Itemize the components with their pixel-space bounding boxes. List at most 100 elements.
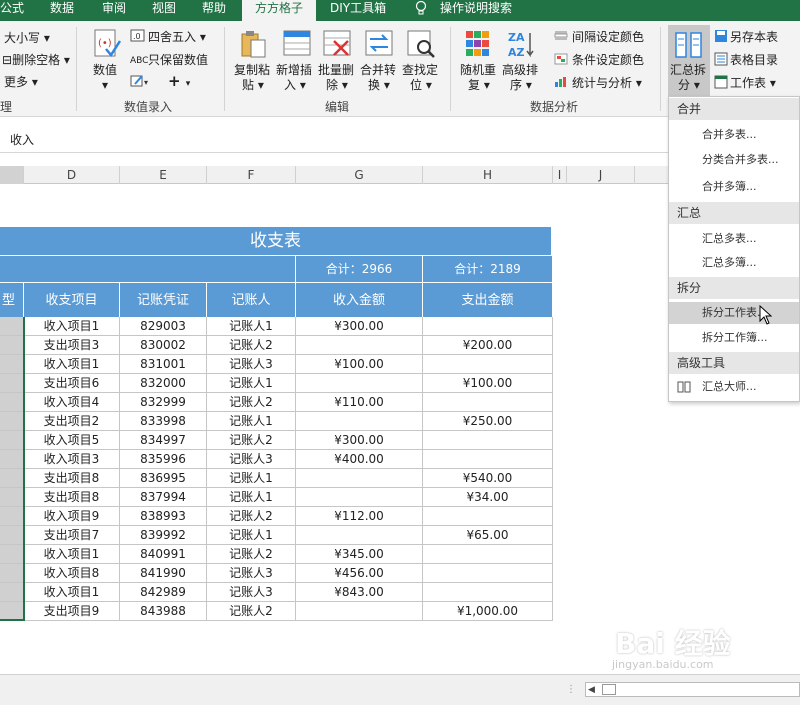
expense-cell[interactable]: [423, 545, 553, 564]
bookkeeper-cell[interactable]: 记账人1: [207, 374, 296, 393]
random-duplicate-icon[interactable]: [464, 29, 492, 62]
advanced-sort-icon[interactable]: ZA AZ: [506, 29, 536, 62]
interval-color-button[interactable]: 间隔设定颜色: [572, 30, 644, 44]
menu-item-merge-sheets[interactable]: 合并多表...: [669, 124, 799, 146]
item-cell[interactable]: 收入项目1: [24, 355, 120, 374]
case-button[interactable]: 大小写 ▾: [4, 31, 50, 45]
income-cell[interactable]: ¥300.00: [296, 431, 423, 450]
new-insert-icon[interactable]: [282, 29, 312, 62]
type-cell[interactable]: [0, 374, 24, 393]
menu-item-summary-master[interactable]: 汇总大师...: [669, 376, 799, 398]
expense-cell[interactable]: ¥34.00: [423, 488, 553, 507]
bookkeeper-cell[interactable]: 记账人1: [207, 469, 296, 488]
income-cell[interactable]: [296, 488, 423, 507]
column-header-g[interactable]: G: [296, 166, 423, 184]
income-cell[interactable]: [296, 526, 423, 545]
keep-value-button[interactable]: 只保留数值: [148, 53, 208, 67]
voucher-cell[interactable]: 843988: [120, 602, 207, 621]
income-cell[interactable]: [296, 412, 423, 431]
income-cell[interactable]: ¥110.00: [296, 393, 423, 412]
bookkeeper-cell[interactable]: 记账人2: [207, 602, 296, 621]
remove-space-button[interactable]: ⊟删除空格 ▾: [2, 53, 70, 67]
voucher-cell[interactable]: 832999: [120, 393, 207, 412]
column-header-partial[interactable]: [0, 166, 24, 184]
voucher-cell[interactable]: 837994: [120, 488, 207, 507]
type-cell[interactable]: [0, 583, 24, 602]
splitter-dots[interactable]: ⋮: [566, 684, 576, 695]
value-icon[interactable]: (•): [92, 27, 122, 64]
income-cell[interactable]: [296, 374, 423, 393]
voucher-cell[interactable]: 836995: [120, 469, 207, 488]
column-header-f[interactable]: F: [207, 166, 296, 184]
tab-help[interactable]: 帮助: [202, 0, 232, 21]
item-cell[interactable]: 收入项目3: [24, 450, 120, 469]
type-cell[interactable]: [0, 469, 24, 488]
voucher-cell[interactable]: 840991: [120, 545, 207, 564]
expense-cell[interactable]: ¥250.00: [423, 412, 553, 431]
bookkeeper-cell[interactable]: 记账人2: [207, 336, 296, 355]
type-cell[interactable]: [0, 564, 24, 583]
item-cell[interactable]: 支出项目6: [24, 374, 120, 393]
type-cell[interactable]: [0, 602, 24, 621]
column-header-e[interactable]: E: [120, 166, 207, 184]
voucher-cell[interactable]: 834997: [120, 431, 207, 450]
header-type-partial[interactable]: 型: [0, 283, 24, 317]
more-button[interactable]: 更多 ▾: [4, 75, 38, 89]
item-cell[interactable]: 收入项目1: [24, 317, 120, 336]
bookkeeper-cell[interactable]: 记账人3: [207, 564, 296, 583]
expense-cell[interactable]: [423, 564, 553, 583]
voucher-cell[interactable]: 838993: [120, 507, 207, 526]
tab-review[interactable]: 审阅: [102, 0, 132, 21]
voucher-cell[interactable]: 842989: [120, 583, 207, 602]
income-cell[interactable]: ¥100.00: [296, 355, 423, 374]
edit-icon[interactable]: ▾: [130, 74, 152, 91]
expense-cell[interactable]: ¥540.00: [423, 469, 553, 488]
bookkeeper-cell[interactable]: 记账人1: [207, 526, 296, 545]
tab-view[interactable]: 视图: [152, 0, 182, 21]
item-cell[interactable]: 收入项目1: [24, 545, 120, 564]
merge-convert-icon[interactable]: [364, 29, 394, 62]
expense-cell[interactable]: [423, 431, 553, 450]
menu-item-split-workbook[interactable]: 拆分工作簿...: [669, 327, 799, 349]
column-header-j[interactable]: J: [567, 166, 635, 184]
expense-cell[interactable]: ¥100.00: [423, 374, 553, 393]
value-dropdown-caret[interactable]: ▾: [102, 78, 108, 92]
totals-blank-cell[interactable]: [0, 256, 296, 282]
bookkeeper-cell[interactable]: 记账人2: [207, 545, 296, 564]
menu-item-split-worksheet[interactable]: 拆分工作表...: [669, 302, 799, 324]
scrollbar-thumb[interactable]: [602, 684, 616, 695]
bookkeeper-cell[interactable]: 记账人3: [207, 355, 296, 374]
tab-formulas[interactable]: 公式: [0, 0, 30, 21]
type-cell[interactable]: [0, 336, 24, 355]
bookkeeper-cell[interactable]: 记账人3: [207, 450, 296, 469]
column-header-d[interactable]: D: [24, 166, 120, 184]
income-cell[interactable]: [296, 336, 423, 355]
type-cell[interactable]: [0, 545, 24, 564]
item-cell[interactable]: 支出项目3: [24, 336, 120, 355]
type-cell[interactable]: [0, 412, 24, 431]
item-cell[interactable]: 收入项目8: [24, 564, 120, 583]
item-cell[interactable]: 收入项目4: [24, 393, 120, 412]
type-cell[interactable]: [0, 526, 24, 545]
type-cell[interactable]: [0, 488, 24, 507]
item-cell[interactable]: 支出项目9: [24, 602, 120, 621]
type-cell[interactable]: [0, 317, 24, 336]
income-cell[interactable]: ¥112.00: [296, 507, 423, 526]
find-locate-icon[interactable]: [406, 29, 436, 62]
bookkeeper-cell[interactable]: 记账人2: [207, 507, 296, 526]
item-cell[interactable]: 支出项目8: [24, 488, 120, 507]
bookkeeper-cell[interactable]: 记账人3: [207, 583, 296, 602]
item-cell[interactable]: 支出项目8: [24, 469, 120, 488]
expense-cell[interactable]: [423, 450, 553, 469]
income-cell[interactable]: ¥300.00: [296, 317, 423, 336]
expense-cell[interactable]: [423, 355, 553, 374]
header-voucher[interactable]: 记账凭证: [120, 283, 207, 317]
column-header-i[interactable]: I: [553, 166, 567, 184]
save-as-button[interactable]: 另存本表: [730, 30, 778, 44]
income-cell[interactable]: ¥345.00: [296, 545, 423, 564]
table-toc-button[interactable]: 表格目录: [730, 53, 778, 67]
bookkeeper-cell[interactable]: 记账人1: [207, 488, 296, 507]
bookkeeper-cell[interactable]: 记账人2: [207, 393, 296, 412]
item-cell[interactable]: 支出项目7: [24, 526, 120, 545]
income-cell[interactable]: ¥456.00: [296, 564, 423, 583]
